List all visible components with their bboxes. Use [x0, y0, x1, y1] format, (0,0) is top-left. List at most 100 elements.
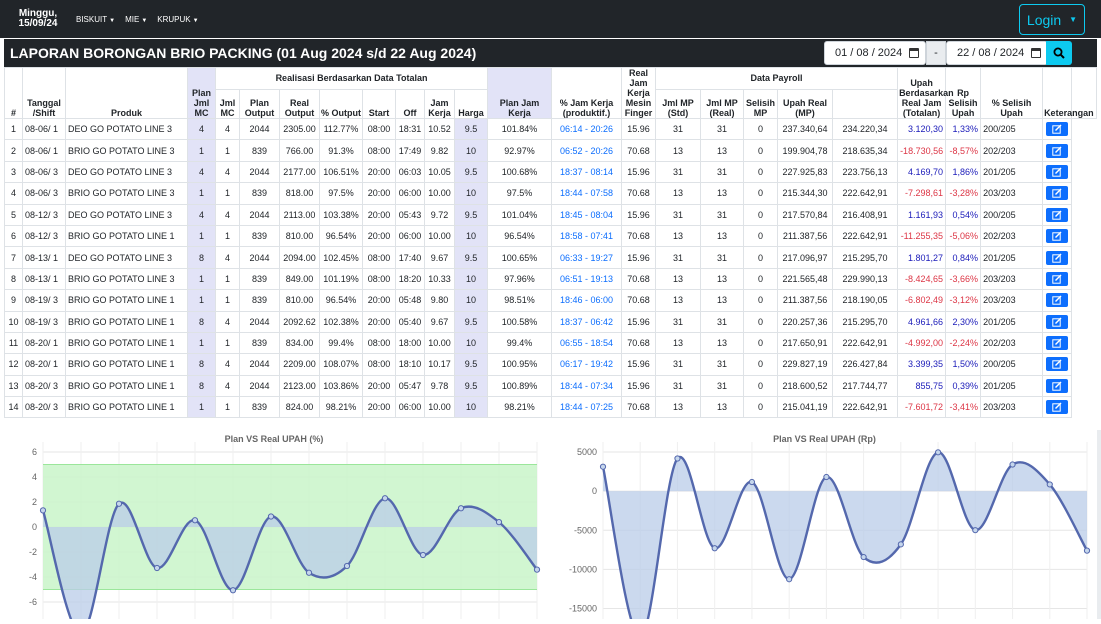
cell-pct_out: 96.54% [319, 224, 363, 248]
cell-finger[interactable]: 18:44 - 07:34 [551, 374, 623, 398]
col-plan-jam-kerja: Plan Jam Kerja [487, 67, 553, 119]
date-to-input[interactable]: 22 / 08 / 2024 [946, 41, 1048, 65]
cell-action [1042, 182, 1073, 205]
edit-button[interactable] [1046, 271, 1069, 286]
table-row: 4 08-06/ 3 BRIO GO POTATO LINE 3 1 1 839 818.0… [4, 182, 1097, 205]
cell-start: 20:00 [362, 182, 396, 205]
calendar-icon[interactable] [909, 48, 919, 58]
cell-mc: 1 [215, 331, 240, 355]
edit-button[interactable] [1046, 229, 1069, 244]
edit-button[interactable] [1046, 400, 1069, 415]
login-button[interactable]: Login ▼ [1019, 4, 1085, 35]
cell-finger[interactable]: 18:37 - 06:42 [551, 310, 623, 333]
search-button[interactable] [1046, 41, 1072, 65]
cell-plan_out: 839 [239, 331, 280, 355]
cell-finger[interactable]: 18:44 - 07:58 [551, 182, 623, 205]
data-point [191, 517, 199, 524]
edit-button[interactable] [1046, 336, 1069, 351]
edit-button[interactable] [1046, 186, 1069, 201]
table-row: 9 08-19/ 3 BRIO GO POTATO LINE 1 1 1 839 810.0… [4, 289, 1097, 312]
edit-icon [1052, 253, 1062, 263]
cell-start: 08:00 [362, 353, 396, 376]
table-row: 14 08-20/ 3 BRIO GO POTATO LINE 1 1 1 839 824.… [4, 396, 1097, 419]
cell-mp_real: 13 [700, 289, 745, 312]
edit-button[interactable] [1046, 207, 1069, 222]
cell-jam: 10.33 [424, 267, 455, 291]
chart-upah-percent: Plan VS Real UPAH (%) 6420-2-4-6-8 [0, 428, 548, 624]
cell-upah_jam: 222.642,91 [832, 396, 899, 419]
cell-real_out: 834.00 [279, 331, 320, 355]
cell-pct_sel: 2,30% [945, 310, 982, 333]
y-tick-label: -4 [29, 572, 37, 582]
cell-harga: 15.96 [621, 374, 657, 398]
edit-button[interactable] [1046, 143, 1069, 158]
cell-plan_mc: 1 [187, 331, 216, 355]
data-point [267, 513, 275, 520]
cell-produk: DEO GO POTATO LINE 3 [65, 117, 188, 141]
brand-date[interactable]: Minggu, 15/09/24 [14, 9, 62, 29]
cell-plan_jam: 10 [453, 396, 489, 419]
cell-plan_out: 2044 [239, 353, 280, 376]
menu-biskuit[interactable]: BISKUIT ▼ [76, 15, 115, 24]
cell-plan_jam: 9.5 [453, 117, 489, 141]
cell-plan_mc: 4 [187, 203, 216, 226]
cell-finger[interactable]: 18:44 - 07:25 [551, 396, 623, 419]
cell-finger[interactable]: 06:33 - 19:27 [551, 246, 623, 269]
table-row: 13 08-20/ 3 BRIO GO POTATO LINE 1 8 4 2044 212… [4, 374, 1097, 398]
cell-pct_out: 102.45% [319, 246, 363, 269]
col-no: # [4, 67, 23, 119]
cell-plan_out: 2044 [239, 117, 280, 141]
cell-pct_out: 101.19% [319, 267, 363, 291]
date-from-input[interactable]: 01 / 08 / 2024 [824, 41, 926, 65]
cell-start: 20:00 [362, 396, 396, 419]
edit-button[interactable] [1046, 122, 1069, 137]
cell-finger[interactable]: 18:58 - 07:41 [551, 224, 623, 248]
cell-off: 17:49 [395, 139, 425, 162]
data-point [1046, 481, 1053, 488]
col-off: Off [395, 88, 425, 120]
cell-jam: 10.52 [424, 117, 455, 141]
cell-finger[interactable]: 06:14 - 20:26 [551, 117, 623, 141]
page-scrollbar[interactable] [1097, 430, 1101, 619]
cell-ket: 201/205 [980, 374, 1044, 398]
cell-pct_out: 102.38% [319, 310, 363, 333]
cell-mp_real: 13 [700, 267, 745, 291]
cell-mc: 1 [215, 267, 240, 291]
cell-upah_real: 217.650,91 [777, 331, 834, 355]
edit-button[interactable] [1046, 250, 1069, 265]
cell-start: 20:00 [362, 203, 396, 226]
cell-ket: 203/203 [980, 289, 1044, 312]
cell-start: 08:00 [362, 139, 396, 162]
cell-finger[interactable]: 18:45 - 08:04 [551, 203, 623, 226]
edit-button[interactable] [1046, 357, 1069, 372]
menu-krupuk[interactable]: KRUPUK ▼ [157, 15, 198, 24]
edit-button[interactable] [1046, 314, 1069, 329]
menu-mie[interactable]: MIE ▼ [125, 15, 147, 24]
cell-upah_jam: 216.408,91 [832, 203, 899, 226]
cell-finger[interactable]: 06:52 - 20:26 [551, 139, 623, 162]
cell-no: 12 [4, 353, 23, 376]
cell-no: 5 [4, 203, 23, 226]
cell-ket: 203/203 [980, 182, 1044, 205]
cell-finger[interactable]: 18:37 - 08:14 [551, 160, 623, 184]
cell-plan_out: 839 [239, 224, 280, 248]
chart-upah-rupiah-svg: 5000 0 -5000 -10000 -15000 [569, 442, 1091, 624]
edit-button[interactable] [1046, 164, 1069, 179]
table-row: 1 08-06/ 1 DEO GO POTATO LINE 3 4 4 2044 2305.… [4, 117, 1097, 141]
edit-button[interactable] [1046, 378, 1069, 393]
cell-finger[interactable]: 06:55 - 18:54 [551, 331, 623, 355]
cell-finger[interactable]: 06:17 - 19:42 [551, 353, 623, 376]
cell-finger[interactable]: 06:51 - 19:13 [551, 267, 623, 291]
series-area [603, 452, 1087, 624]
calendar-icon[interactable] [1031, 48, 1041, 58]
cell-finger[interactable]: 18:46 - 06:00 [551, 289, 623, 312]
y-tick-label: -6 [29, 597, 37, 607]
edit-button[interactable] [1046, 293, 1069, 308]
cell-plan_jam: 10 [453, 224, 489, 248]
cell-action [1042, 396, 1073, 419]
cell-jam: 9.67 [424, 246, 455, 269]
cell-tgl: 08-19/ 3 [22, 310, 66, 333]
cell-upah_real: 221.565,48 [777, 267, 834, 291]
cell-off: 05:48 [395, 289, 425, 312]
col-jml-mp-real: Jml MP (Real) [700, 88, 745, 120]
